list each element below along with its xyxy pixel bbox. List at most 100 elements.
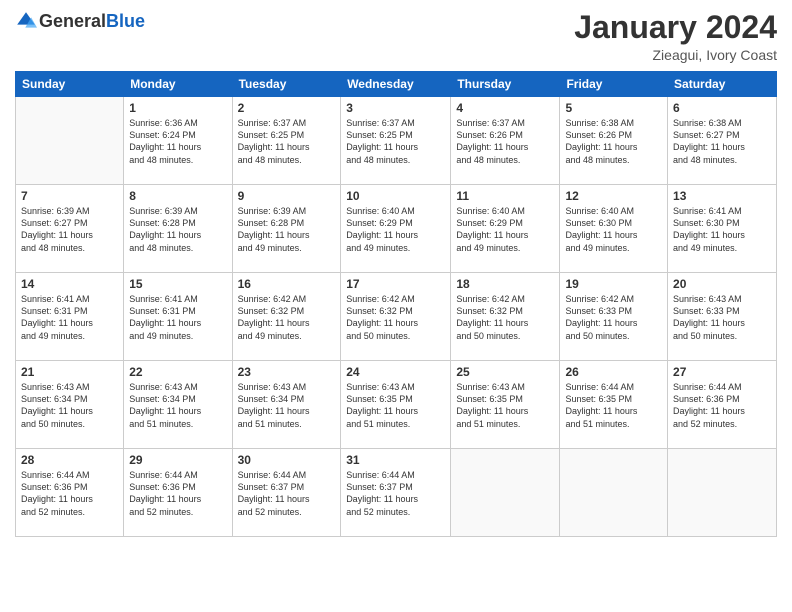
calendar-cell: 20Sunrise: 6:43 AM Sunset: 6:33 PM Dayli… <box>668 273 777 361</box>
day-info: Sunrise: 6:39 AM Sunset: 6:27 PM Dayligh… <box>21 205 118 254</box>
calendar-cell: 27 Sunrise: 6:44 AM Sunset: 6:36 PM Dayli… <box>668 361 777 449</box>
day-info: Sunrise: 6:43 AM Sunset: 6:35 PM Dayligh… <box>456 381 554 430</box>
day-info: Sunrise: 6:37 AM Sunset: 6:25 PM Dayligh… <box>238 117 336 166</box>
day-info: Sunrise: 6:36 AM Sunset: 6:24 PM Dayligh… <box>129 117 226 166</box>
day-number: 11 <box>456 189 554 203</box>
day-number: 6 <box>673 101 771 115</box>
day-info: Sunrise: 6:41 AM Sunset: 6:31 PM Dayligh… <box>21 293 118 342</box>
col-wednesday: Wednesday <box>341 72 451 97</box>
day-number: 28 <box>21 453 118 467</box>
calendar-cell: 24 Sunrise: 6:43 AM Sunset: 6:35 PM Dayli… <box>341 361 451 449</box>
day-info: Sunrise: 6:43 AM Sunset: 6:34 PM Dayligh… <box>238 381 336 430</box>
calendar-cell: 4 Sunrise: 6:37 AM Sunset: 6:26 PM Daylig… <box>451 97 560 185</box>
calendar-week-row-5: 28 Sunrise: 6:44 AM Sunset: 6:36 PM Dayli… <box>16 449 777 537</box>
calendar-cell: 16 Sunrise: 6:42 AM Sunset: 6:32 PM Dayli… <box>232 273 341 361</box>
calendar-cell: 7 Sunrise: 6:39 AM Sunset: 6:27 PM Daylig… <box>16 185 124 273</box>
calendar-cell: 21 Sunrise: 6:43 AM Sunset: 6:34 PM Dayli… <box>16 361 124 449</box>
calendar-cell: 19Sunrise: 6:42 AM Sunset: 6:33 PM Dayli… <box>560 273 668 361</box>
col-tuesday: Tuesday <box>232 72 341 97</box>
day-number: 17 <box>346 277 445 291</box>
calendar-cell: 17 Sunrise: 6:42 AM Sunset: 6:32 PM Dayli… <box>341 273 451 361</box>
calendar-cell <box>668 449 777 537</box>
calendar-cell: 22 Sunrise: 6:43 AM Sunset: 6:34 PM Dayli… <box>124 361 232 449</box>
day-number: 3 <box>346 101 445 115</box>
calendar-cell: 3 Sunrise: 6:37 AM Sunset: 6:25 PM Daylig… <box>341 97 451 185</box>
day-number: 21 <box>21 365 118 379</box>
day-number: 22 <box>129 365 226 379</box>
calendar-cell <box>16 97 124 185</box>
day-number: 18 <box>456 277 554 291</box>
col-saturday: Saturday <box>668 72 777 97</box>
day-number: 29 <box>129 453 226 467</box>
day-number: 26 <box>565 365 662 379</box>
day-number: 5 <box>565 101 662 115</box>
calendar-week-row-4: 21 Sunrise: 6:43 AM Sunset: 6:34 PM Dayli… <box>16 361 777 449</box>
calendar-cell: 15Sunrise: 6:41 AM Sunset: 6:31 PM Dayli… <box>124 273 232 361</box>
day-info: Sunrise: 6:40 AM Sunset: 6:30 PM Dayligh… <box>565 205 662 254</box>
col-friday: Friday <box>560 72 668 97</box>
calendar-cell: 11 Sunrise: 6:40 AM Sunset: 6:29 PM Dayli… <box>451 185 560 273</box>
day-info: Sunrise: 6:38 AM Sunset: 6:27 PM Dayligh… <box>673 117 771 166</box>
title-block: January 2024 Zieagui, Ivory Coast <box>574 10 777 63</box>
day-number: 7 <box>21 189 118 203</box>
day-number: 25 <box>456 365 554 379</box>
day-number: 1 <box>129 101 226 115</box>
calendar-cell: 29 Sunrise: 6:44 AM Sunset: 6:36 PM Dayli… <box>124 449 232 537</box>
calendar-cell: 2 Sunrise: 6:37 AM Sunset: 6:25 PM Daylig… <box>232 97 341 185</box>
calendar-cell: 28 Sunrise: 6:44 AM Sunset: 6:36 PM Dayli… <box>16 449 124 537</box>
day-info: Sunrise: 6:42 AM Sunset: 6:32 PM Dayligh… <box>346 293 445 342</box>
header: GeneralBlue January 2024 Zieagui, Ivory … <box>15 10 777 63</box>
calendar-cell: 30 Sunrise: 6:44 AM Sunset: 6:37 PM Dayli… <box>232 449 341 537</box>
day-info: Sunrise: 6:42 AM Sunset: 6:32 PM Dayligh… <box>238 293 336 342</box>
day-number: 27 <box>673 365 771 379</box>
day-info: Sunrise: 6:37 AM Sunset: 6:26 PM Dayligh… <box>456 117 554 166</box>
calendar-cell: 1 Sunrise: 6:36 AM Sunset: 6:24 PM Daylig… <box>124 97 232 185</box>
calendar-cell: 10 Sunrise: 6:40 AM Sunset: 6:29 PM Dayli… <box>341 185 451 273</box>
day-info: Sunrise: 6:40 AM Sunset: 6:29 PM Dayligh… <box>456 205 554 254</box>
month-title: January 2024 <box>574 10 777 45</box>
logo-icon <box>15 10 37 32</box>
day-info: Sunrise: 6:43 AM Sunset: 6:34 PM Dayligh… <box>129 381 226 430</box>
day-number: 31 <box>346 453 445 467</box>
location-title: Zieagui, Ivory Coast <box>574 47 777 63</box>
calendar-cell: 18 Sunrise: 6:42 AM Sunset: 6:32 PM Dayli… <box>451 273 560 361</box>
day-info: Sunrise: 6:43 AM Sunset: 6:35 PM Dayligh… <box>346 381 445 430</box>
logo-general: General <box>39 11 106 31</box>
calendar-cell: 9Sunrise: 6:39 AM Sunset: 6:28 PM Daylig… <box>232 185 341 273</box>
calendar-cell: 14 Sunrise: 6:41 AM Sunset: 6:31 PM Dayli… <box>16 273 124 361</box>
calendar-cell: 26Sunrise: 6:44 AM Sunset: 6:35 PM Dayli… <box>560 361 668 449</box>
day-number: 2 <box>238 101 336 115</box>
day-info: Sunrise: 6:42 AM Sunset: 6:32 PM Dayligh… <box>456 293 554 342</box>
day-info: Sunrise: 6:44 AM Sunset: 6:36 PM Dayligh… <box>21 469 118 518</box>
day-info: Sunrise: 6:41 AM Sunset: 6:30 PM Dayligh… <box>673 205 771 254</box>
day-number: 14 <box>21 277 118 291</box>
day-number: 23 <box>238 365 336 379</box>
day-info: Sunrise: 6:37 AM Sunset: 6:25 PM Dayligh… <box>346 117 445 166</box>
calendar-cell: 13Sunrise: 6:41 AM Sunset: 6:30 PM Dayli… <box>668 185 777 273</box>
day-info: Sunrise: 6:39 AM Sunset: 6:28 PM Dayligh… <box>238 205 336 254</box>
col-sunday: Sunday <box>16 72 124 97</box>
day-number: 19 <box>565 277 662 291</box>
day-number: 30 <box>238 453 336 467</box>
calendar-cell: 12Sunrise: 6:40 AM Sunset: 6:30 PM Dayli… <box>560 185 668 273</box>
calendar-cell <box>451 449 560 537</box>
day-number: 16 <box>238 277 336 291</box>
col-thursday: Thursday <box>451 72 560 97</box>
day-info: Sunrise: 6:39 AM Sunset: 6:28 PM Dayligh… <box>129 205 226 254</box>
day-number: 15 <box>129 277 226 291</box>
calendar-week-row-2: 7 Sunrise: 6:39 AM Sunset: 6:27 PM Daylig… <box>16 185 777 273</box>
calendar-cell: 23 Sunrise: 6:43 AM Sunset: 6:34 PM Dayli… <box>232 361 341 449</box>
calendar-week-row-3: 14 Sunrise: 6:41 AM Sunset: 6:31 PM Dayli… <box>16 273 777 361</box>
day-number: 20 <box>673 277 771 291</box>
day-info: Sunrise: 6:44 AM Sunset: 6:36 PM Dayligh… <box>129 469 226 518</box>
day-number: 24 <box>346 365 445 379</box>
day-info: Sunrise: 6:43 AM Sunset: 6:34 PM Dayligh… <box>21 381 118 430</box>
calendar-table: Sunday Monday Tuesday Wednesday Thursday… <box>15 71 777 537</box>
day-number: 10 <box>346 189 445 203</box>
page: GeneralBlue January 2024 Zieagui, Ivory … <box>0 0 792 612</box>
calendar-cell: 8Sunrise: 6:39 AM Sunset: 6:28 PM Daylig… <box>124 185 232 273</box>
day-number: 4 <box>456 101 554 115</box>
day-info: Sunrise: 6:44 AM Sunset: 6:36 PM Dayligh… <box>673 381 771 430</box>
day-info: Sunrise: 6:40 AM Sunset: 6:29 PM Dayligh… <box>346 205 445 254</box>
day-info: Sunrise: 6:44 AM Sunset: 6:37 PM Dayligh… <box>238 469 336 518</box>
